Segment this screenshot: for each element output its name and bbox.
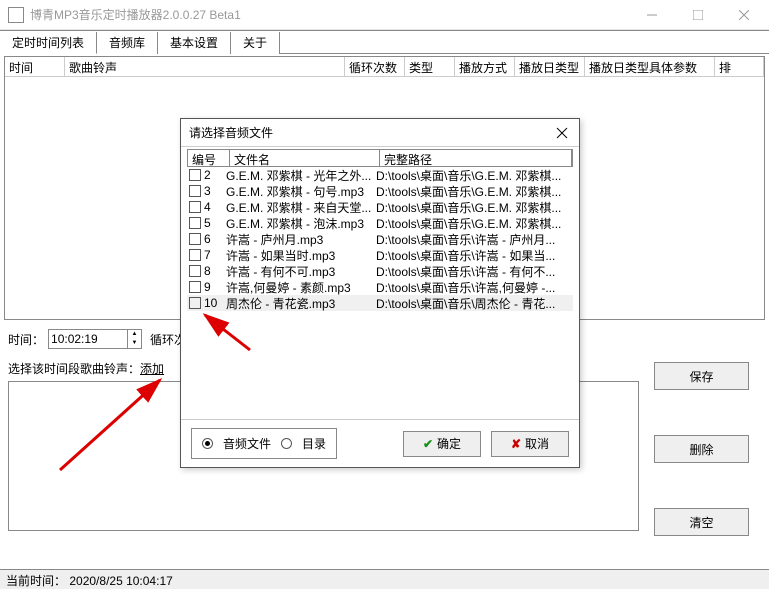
row-checkbox[interactable]	[189, 297, 201, 309]
time-input[interactable]	[48, 329, 128, 349]
dialog-header-row: 编号 文件名 完整路径	[187, 149, 573, 167]
select-label: 选择该时间段歌曲铃声：	[8, 360, 140, 377]
col-loop[interactable]: 循环次数	[345, 57, 405, 76]
col-dayparams[interactable]: 播放日类型具体参数	[585, 57, 715, 76]
col-time[interactable]: 时间	[5, 57, 65, 76]
row-filename: G.E.M. 邓紫棋 - 光年之外...	[226, 167, 376, 184]
col-sort[interactable]: 排	[715, 57, 764, 76]
dlg-col-num[interactable]: 编号	[188, 150, 230, 166]
status-bar: 当前时间： 2020/8/25 10:04:17	[0, 569, 769, 589]
minimize-button[interactable]	[629, 0, 675, 30]
row-num: 3	[204, 184, 226, 198]
radio-directory[interactable]	[281, 438, 292, 449]
row-checkbox[interactable]	[189, 169, 201, 181]
file-row[interactable]: 7许嵩 - 如果当时.mp3D:\tools\桌面\音乐\许嵩 - 如果当...	[187, 247, 573, 263]
row-num: 5	[204, 216, 226, 230]
row-filename: 许嵩,何曼婷 - 素颜.mp3	[226, 279, 376, 296]
row-num: 7	[204, 248, 226, 262]
x-icon: ✘	[511, 437, 521, 451]
row-filepath: D:\tools\桌面\音乐\G.E.M. 邓紫棋...	[376, 167, 573, 184]
row-checkbox[interactable]	[189, 249, 201, 261]
cancel-button[interactable]: ✘ 取消	[491, 431, 569, 457]
col-daytype[interactable]: 播放日类型	[515, 57, 585, 76]
file-dialog: 请选择音频文件 编号 文件名 完整路径 2G.E.M. 邓紫棋 - 光年之外..…	[180, 118, 580, 468]
file-row[interactable]: 2G.E.M. 邓紫棋 - 光年之外...D:\tools\桌面\音乐\G.E.…	[187, 167, 573, 183]
window-title: 博青MP3音乐定时播放器2.0.0.27 Beta1	[30, 6, 629, 23]
delete-button[interactable]: 删除	[654, 435, 749, 463]
row-num: 9	[204, 280, 226, 294]
row-filepath: D:\tools\桌面\音乐\G.E.M. 邓紫棋...	[376, 199, 573, 216]
radio-dir-label: 目录	[302, 435, 326, 452]
row-checkbox[interactable]	[189, 265, 201, 277]
radio-audio-file[interactable]	[202, 438, 213, 449]
dialog-title: 请选择音频文件	[189, 124, 553, 141]
status-time: 2020/8/25 10:04:17	[69, 574, 172, 588]
row-checkbox[interactable]	[189, 185, 201, 197]
row-filename: 许嵩 - 有何不可.mp3	[226, 263, 376, 280]
row-filename: G.E.M. 邓紫棋 - 泡沫.mp3	[226, 215, 376, 232]
row-filename: 许嵩 - 如果当时.mp3	[226, 247, 376, 264]
dialog-close-button[interactable]	[553, 124, 571, 142]
tab-settings[interactable]: 基本设置	[158, 32, 231, 54]
row-checkbox[interactable]	[189, 201, 201, 213]
tab-schedule[interactable]: 定时时间列表	[0, 32, 97, 54]
row-filename: G.E.M. 邓紫棋 - 句号.mp3	[226, 183, 376, 200]
row-filepath: D:\tools\桌面\音乐\周杰伦 - 青花...	[376, 295, 573, 312]
row-num: 2	[204, 168, 226, 182]
row-checkbox[interactable]	[189, 217, 201, 229]
file-row[interactable]: 3G.E.M. 邓紫棋 - 句号.mp3D:\tools\桌面\音乐\G.E.M…	[187, 183, 573, 199]
add-link[interactable]: 添加	[140, 360, 164, 377]
dlg-col-path[interactable]: 完整路径	[380, 150, 572, 166]
tab-bar: 定时时间列表 音频库 基本设置 关于	[0, 30, 769, 54]
tab-audio-lib[interactable]: 音频库	[97, 32, 158, 54]
row-checkbox[interactable]	[189, 233, 201, 245]
row-filepath: D:\tools\桌面\音乐\G.E.M. 邓紫棋...	[376, 215, 573, 232]
row-num: 4	[204, 200, 226, 214]
file-row[interactable]: 6许嵩 - 庐州月.mp3D:\tools\桌面\音乐\许嵩 - 庐州月...	[187, 231, 573, 247]
row-num: 6	[204, 232, 226, 246]
save-button[interactable]: 保存	[654, 362, 749, 390]
radio-audio-label: 音频文件	[223, 435, 271, 452]
tab-about[interactable]: 关于	[231, 32, 280, 54]
col-ringtone[interactable]: 歌曲铃声	[65, 57, 345, 76]
radio-group: 音频文件 目录	[191, 428, 337, 459]
row-filename: G.E.M. 邓紫棋 - 来自天堂...	[226, 199, 376, 216]
row-filename: 许嵩 - 庐州月.mp3	[226, 231, 376, 248]
time-label: 时间：	[8, 331, 44, 348]
row-num: 10	[204, 296, 226, 310]
row-filename: 周杰伦 - 青花瓷.mp3	[226, 295, 376, 312]
file-row[interactable]: 4G.E.M. 邓紫棋 - 来自天堂...D:\tools\桌面\音乐\G.E.…	[187, 199, 573, 215]
row-filepath: D:\tools\桌面\音乐\许嵩 - 庐州月...	[376, 231, 573, 248]
ok-button[interactable]: ✔ 确定	[403, 431, 481, 457]
app-icon	[8, 7, 24, 23]
row-filepath: D:\tools\桌面\音乐\许嵩 - 如果当...	[376, 247, 573, 264]
row-filepath: D:\tools\桌面\音乐\许嵩 - 有何不...	[376, 263, 573, 280]
row-filepath: D:\tools\桌面\音乐\G.E.M. 邓紫棋...	[376, 183, 573, 200]
clear-button[interactable]: 清空	[654, 508, 749, 536]
maximize-button[interactable]	[675, 0, 721, 30]
col-type[interactable]: 类型	[405, 57, 455, 76]
row-num: 8	[204, 264, 226, 278]
file-row[interactable]: 9许嵩,何曼婷 - 素颜.mp3D:\tools\桌面\音乐\许嵩,何曼婷 -.…	[187, 279, 573, 295]
titlebar: 博青MP3音乐定时播放器2.0.0.27 Beta1	[0, 0, 769, 30]
time-spinner[interactable]: ▲▼	[128, 329, 142, 349]
col-playmode[interactable]: 播放方式	[455, 57, 515, 76]
row-filepath: D:\tools\桌面\音乐\许嵩,何曼婷 -...	[376, 279, 573, 296]
close-button[interactable]	[721, 0, 767, 30]
status-label: 当前时间：	[6, 574, 66, 588]
file-row[interactable]: 8许嵩 - 有何不可.mp3D:\tools\桌面\音乐\许嵩 - 有何不...	[187, 263, 573, 279]
dlg-col-filename[interactable]: 文件名	[230, 150, 380, 166]
file-row[interactable]: 5G.E.M. 邓紫棋 - 泡沫.mp3D:\tools\桌面\音乐\G.E.M…	[187, 215, 573, 231]
row-checkbox[interactable]	[189, 281, 201, 293]
check-icon: ✔	[423, 437, 433, 451]
file-row[interactable]: 10周杰伦 - 青花瓷.mp3D:\tools\桌面\音乐\周杰伦 - 青花..…	[187, 295, 573, 311]
